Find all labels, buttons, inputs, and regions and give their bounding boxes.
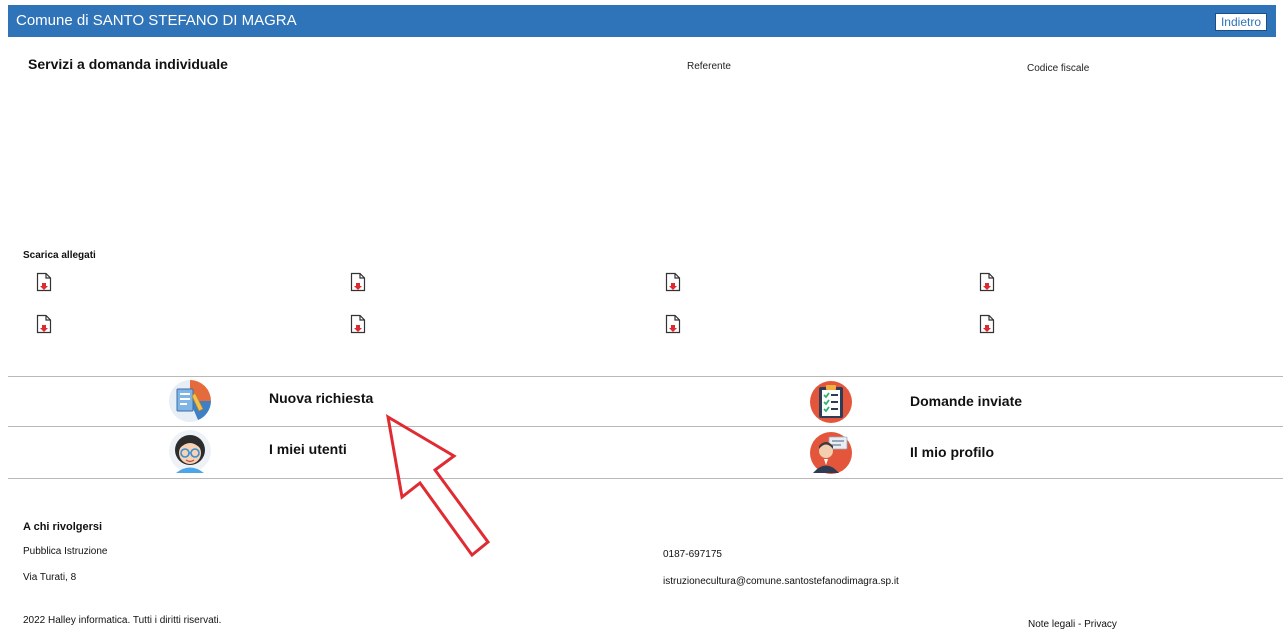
service-title: Servizi a domanda individuale [28,56,228,72]
back-button[interactable]: Indietro [1214,13,1267,31]
annotation-arrow [385,414,491,558]
menu-my-users[interactable]: I miei utenti [269,441,347,457]
pdf-download-icon[interactable] [36,314,52,339]
menu-my-profile[interactable]: Il mio profilo [910,444,994,460]
menu-new-request[interactable]: Nuova richiesta [269,390,373,406]
municipality-title: Comune di SANTO STEFANO DI MAGRA [16,12,297,29]
contact-email[interactable]: istruzionecultura@comune.santostefanodim… [663,576,899,587]
header-bar: Comune di SANTO STEFANO DI MAGRA Indietr… [8,5,1276,37]
pdf-download-icon[interactable] [36,272,52,297]
sent-requests-icon[interactable] [809,380,853,429]
pdf-download-icon[interactable] [665,314,681,339]
my-users-icon[interactable] [168,429,212,478]
contact-heading: A chi rivolgersi [23,521,103,533]
contact-phone: 0187-697175 [663,549,722,560]
footer-legal-links[interactable]: Note legali - Privacy [1028,619,1117,630]
menu-divider-bottom [8,478,1283,479]
pdf-download-icon[interactable] [350,272,366,297]
my-profile-icon[interactable] [809,431,853,480]
referente-label: Referente [687,61,731,72]
attachments-label: Scarica allegati [23,250,96,261]
pdf-download-icon[interactable] [979,314,995,339]
pdf-download-icon[interactable] [350,314,366,339]
contact-address: Via Turati, 8 [23,572,77,583]
pdf-download-icon[interactable] [665,272,681,297]
menu-sent-requests[interactable]: Domande inviate [910,393,1022,409]
contact-office: Pubblica Istruzione [23,546,108,557]
pdf-download-icon[interactable] [979,272,995,297]
codice-fiscale-label: Codice fiscale [1027,63,1090,74]
footer-copyright: 2022 Halley informatica. Tutti i diritti… [23,615,222,626]
menu-divider-top [8,376,1283,377]
new-request-icon[interactable] [168,379,212,428]
